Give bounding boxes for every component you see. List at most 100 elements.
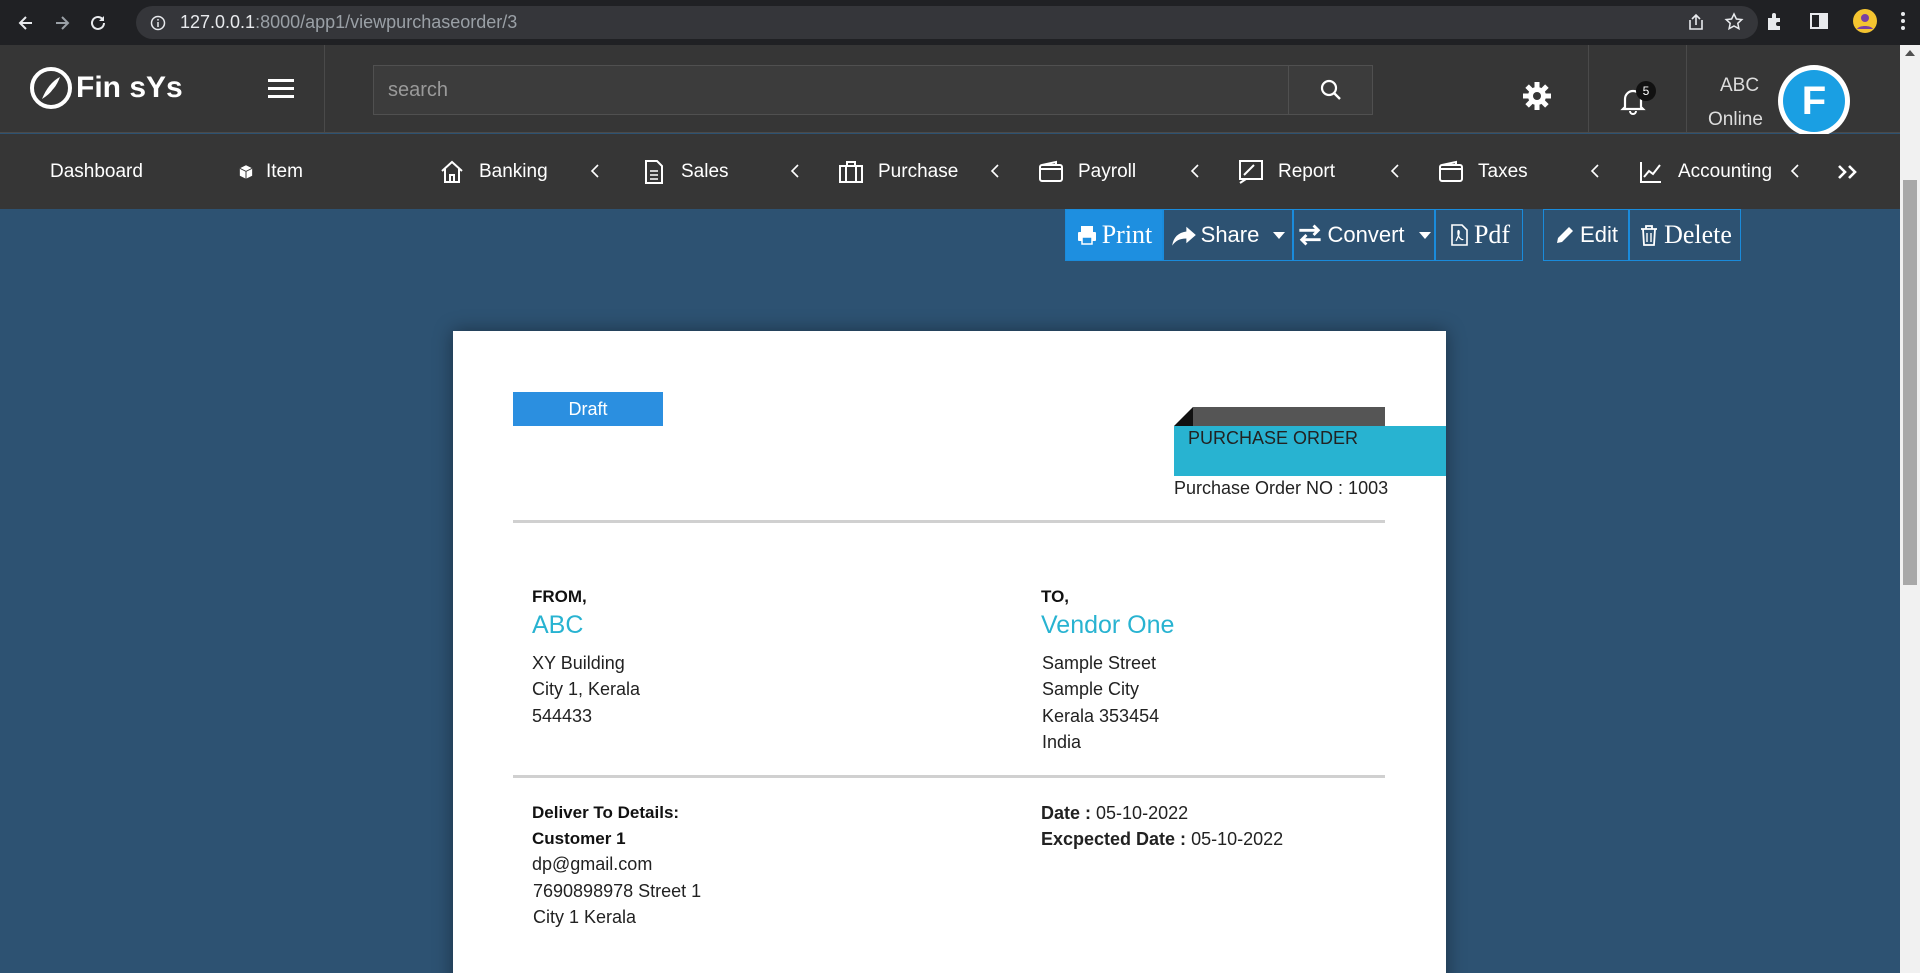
chevron-left-icon[interactable] [788, 162, 802, 180]
document-title: PURCHASE ORDER [1174, 426, 1446, 476]
menu-payroll[interactable]: Payroll [1038, 134, 1136, 209]
back-icon[interactable] [10, 7, 42, 39]
menu-taxes[interactable]: Taxes [1438, 134, 1528, 209]
print-label: Print [1101, 220, 1153, 249]
share-button[interactable]: Share [1163, 209, 1293, 261]
deliver-line: 7690898978 Street 1 [533, 881, 702, 901]
scroll-up-arrow-icon[interactable] [1905, 50, 1915, 56]
double-chevron-right-icon[interactable] [1836, 162, 1862, 182]
profile-avatar-icon[interactable] [1852, 8, 1878, 34]
date-row: Date : 05-10-2022 [1041, 803, 1188, 824]
main-menu: Dashboard Item Banking Sales Purchase Pa… [0, 134, 1900, 209]
more-vert-icon[interactable] [1900, 10, 1906, 32]
share-label: Share [1200, 222, 1260, 247]
menu-item[interactable]: Item [238, 134, 303, 209]
notification-badge: 5 [1636, 81, 1656, 101]
deliver-customer: Customer 1 [532, 829, 626, 848]
side-panel-icon[interactable] [1808, 10, 1830, 32]
scrollbar-thumb[interactable] [1903, 180, 1917, 585]
convert-button[interactable]: Convert [1293, 209, 1435, 261]
chevron-left-icon[interactable] [1788, 162, 1802, 180]
hamburger-menu-icon[interactable] [268, 77, 296, 101]
search-input[interactable] [374, 66, 1288, 114]
finsys-logo-icon [30, 67, 72, 109]
browser-toolbar: 127.0.0.1:8000/app1/viewpurchaseorder/3 [0, 0, 1920, 45]
box-icon [239, 164, 253, 179]
gear-icon[interactable] [1522, 81, 1552, 111]
menu-label: Item [266, 160, 303, 182]
purchase-order-document: Draft PURCHASE ORDER Purchase Order NO :… [453, 331, 1446, 973]
menu-banking[interactable]: Banking [439, 134, 548, 209]
home-icon [441, 160, 463, 183]
url-path: :8000/app1/viewpurchaseorder/3 [255, 12, 518, 32]
print-button[interactable]: Print [1065, 209, 1163, 261]
to-name: Vendor One [1041, 611, 1175, 639]
date-label: Date : [1041, 803, 1092, 823]
to-label: TO, [1041, 587, 1070, 606]
caret-down-icon [1418, 231, 1431, 239]
forward-icon[interactable] [46, 7, 78, 39]
edit-label: Edit [1580, 222, 1618, 247]
pencil-icon [1557, 227, 1574, 243]
menu-report[interactable]: Report [1238, 134, 1335, 209]
to-address-line: Kerala 353454 [1042, 706, 1160, 726]
menu-label: Accounting [1678, 160, 1773, 182]
url-host: 127.0.0.1 [180, 12, 256, 32]
pdf-button[interactable]: Pdf [1435, 209, 1523, 261]
user-status: Online [1708, 109, 1763, 130]
chevron-left-icon[interactable] [1388, 162, 1402, 180]
from-name: ABC [532, 611, 584, 639]
action-spacer [1523, 209, 1543, 261]
expected-date-row: Excpected Date : 05-10-2022 [1041, 829, 1283, 850]
to-address-line: Sample City [1042, 679, 1140, 699]
avatar[interactable]: F [1778, 65, 1850, 137]
header-divider [1686, 45, 1687, 133]
search-button[interactable] [1288, 66, 1372, 114]
report-chart-icon [1239, 159, 1263, 184]
share-arrow-icon [1171, 226, 1196, 246]
search-bar [373, 65, 1373, 115]
bookmark-star-icon[interactable] [1724, 12, 1744, 32]
expected-date-value: 05-10-2022 [1191, 829, 1284, 849]
wallet-icon [1439, 160, 1463, 182]
menu-label: Payroll [1078, 160, 1137, 182]
share-page-icon[interactable] [1686, 12, 1706, 32]
app-header: Fin sYs 5 ABC Online F [0, 45, 1900, 137]
brand-logo[interactable]: Fin sYs [28, 65, 183, 111]
menu-label: Report [1278, 160, 1336, 182]
po-number: Purchase Order NO : 1003 [1174, 478, 1389, 498]
chevron-left-icon[interactable] [988, 162, 1002, 180]
date-value: 05-10-2022 [1096, 803, 1189, 823]
extensions-icon[interactable] [1764, 10, 1786, 32]
pdf-label: Pdf [1473, 220, 1511, 249]
exchange-icon [1299, 224, 1322, 246]
menu-label: Banking [479, 160, 548, 182]
from-label: FROM, [532, 587, 587, 606]
trash-icon [1641, 225, 1658, 246]
document-icon [645, 159, 663, 184]
menu-label: Dashboard [50, 160, 143, 182]
banner-tab [1193, 407, 1385, 427]
printer-icon [1077, 226, 1096, 245]
chevron-left-icon[interactable] [1588, 162, 1602, 180]
address-bar[interactable]: 127.0.0.1:8000/app1/viewpurchaseorder/3 [136, 6, 1758, 39]
deliver-line: City 1 Kerala [533, 907, 637, 927]
wallet-icon [1039, 160, 1063, 182]
delete-button[interactable]: Delete [1629, 209, 1741, 261]
caret-down-icon [1273, 231, 1286, 239]
edit-button[interactable]: Edit [1543, 209, 1629, 261]
action-toolbar: Print Share Convert Pdf Edit Delete [1065, 209, 1741, 261]
chevron-left-icon[interactable] [1188, 162, 1202, 180]
reload-icon[interactable] [82, 7, 114, 39]
info-icon[interactable] [150, 15, 166, 31]
menu-purchase[interactable]: Purchase [838, 134, 958, 209]
divider [513, 520, 1385, 523]
chevron-left-icon[interactable] [588, 162, 602, 180]
convert-label: Convert [1327, 222, 1405, 247]
banner-fold [1174, 407, 1193, 426]
menu-accounting[interactable]: Accounting [1638, 134, 1772, 209]
menu-sales[interactable]: Sales [641, 134, 729, 209]
deliver-line: dp@gmail.com [532, 854, 653, 874]
expected-date-label: Excpected Date : [1041, 829, 1187, 849]
menu-dashboard[interactable]: Dashboard [50, 134, 143, 209]
